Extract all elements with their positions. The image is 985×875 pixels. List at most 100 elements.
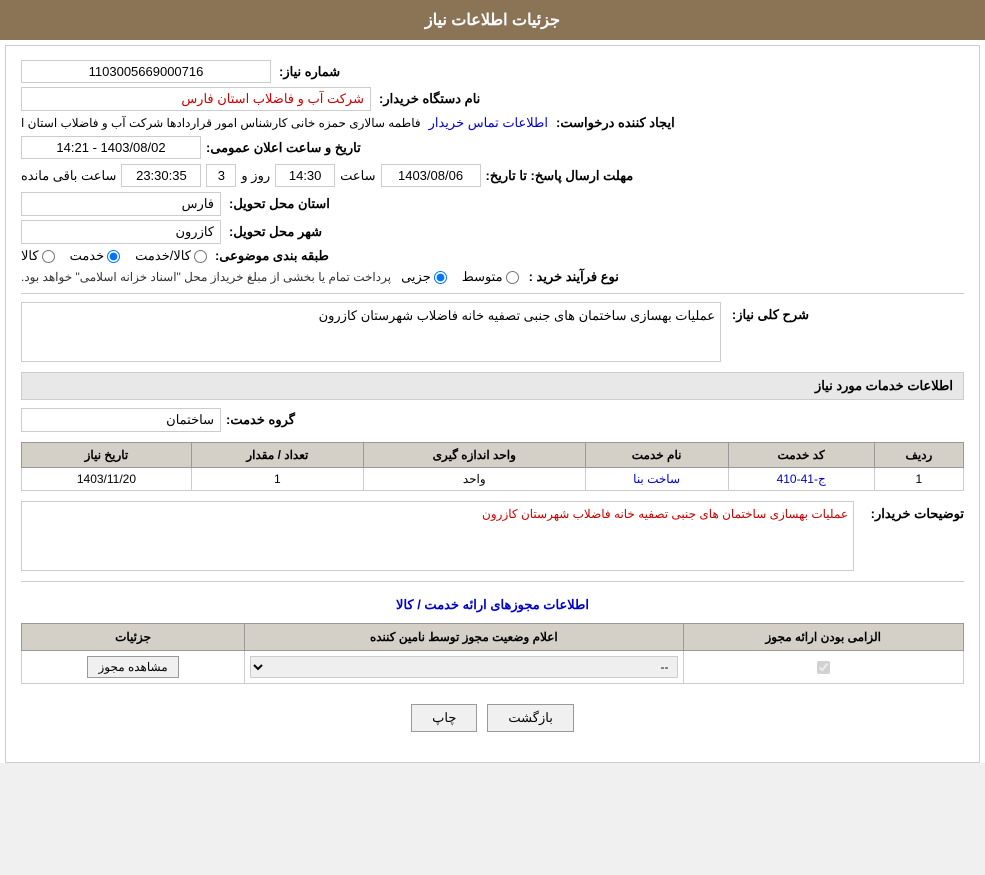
row-code[interactable]: ج-41-410 xyxy=(728,468,874,491)
buyer-notes-label: توضیحات خریدار: xyxy=(864,501,964,522)
response-remaining-label: ساعت باقی مانده xyxy=(21,168,116,184)
delivery-city-label: شهر محل تحویل: xyxy=(229,224,322,240)
purchase-type-motovasset-radio[interactable] xyxy=(506,271,519,284)
services-table-body: 1 ج-41-410 ساخت بنا واحد 1 1403/11/20 xyxy=(22,468,964,491)
category-kala-label: کالا xyxy=(21,248,39,264)
license-col-details: جزئیات xyxy=(22,624,245,651)
buyer-notes-section: توضیحات خریدار: عملیات بهسازی ساختمان ها… xyxy=(21,501,964,571)
purchase-type-motovasset-option[interactable]: متوسط xyxy=(462,269,519,285)
services-section-title: اطلاعات خدمات مورد نیاز xyxy=(21,372,964,400)
creator-label: ایجاد کننده درخواست: xyxy=(556,115,675,131)
purchase-type-note: پرداخت تمام یا بخشی از مبلغ خریداز محل "… xyxy=(21,270,391,284)
category-khadamat-radio[interactable] xyxy=(107,250,120,263)
creator-name: فاطمه سالاری حمزه خانی کارشناس امور قرار… xyxy=(21,116,421,130)
purchase-type-motovasset-label: متوسط xyxy=(462,269,503,285)
purchase-type-radio-group: متوسط جزیی xyxy=(401,269,519,285)
announce-datetime-label: تاریخ و ساعت اعلان عمومی: xyxy=(206,140,361,156)
license-required-checkbox[interactable] xyxy=(817,661,830,674)
category-radio-group: کالا/خدمت خدمت کالا xyxy=(21,248,207,264)
response-deadline-row: مهلت ارسال پاسخ: تا تاریخ: 1403/08/06 سا… xyxy=(21,164,964,187)
buyer-org-value: شرکت آب و فاضلاب استان فارس xyxy=(21,87,371,111)
category-label: طبقه بندی موضوعی: xyxy=(215,248,329,264)
delivery-city-value: کازرون xyxy=(21,220,221,244)
services-table-header: ردیف کد خدمت نام خدمت واحد اندازه گیری ت… xyxy=(22,443,964,468)
license-table-body: -- مشاهده مجوز xyxy=(22,651,964,684)
services-table: ردیف کد خدمت نام خدمت واحد اندازه گیری ت… xyxy=(21,442,964,491)
page-header: جزئیات اطلاعات نیاز xyxy=(0,0,985,40)
response-time-value: 14:30 xyxy=(275,164,335,187)
row-unit: واحد xyxy=(363,468,585,491)
purchase-type-jozii-option[interactable]: جزیی xyxy=(401,269,447,285)
announce-datetime-row: تاریخ و ساعت اعلان عمومی: 1403/08/02 - 1… xyxy=(21,136,964,159)
category-kala-option[interactable]: کالا xyxy=(21,248,55,264)
purchase-type-jozii-radio[interactable] xyxy=(434,271,447,284)
service-group-label: گروه خدمت: xyxy=(226,412,295,428)
response-deadline-label: مهلت ارسال پاسخ: تا تاریخ: xyxy=(486,168,634,184)
delivery-province-value: فارس xyxy=(21,192,221,216)
col-header-unit: واحد اندازه گیری xyxy=(363,443,585,468)
license-table: الزامی بودن ارائه مجوز اعلام وضعیت مجوز … xyxy=(21,623,964,684)
license-col-required: الزامی بودن ارائه مجوز xyxy=(683,624,963,651)
category-kala-khadamat-label: کالا/خدمت xyxy=(135,248,191,264)
purchase-type-jozii-label: جزیی xyxy=(401,269,431,285)
purchase-type-label: نوع فرآیند خرید : xyxy=(529,269,619,285)
view-license-button[interactable]: مشاهده مجوز xyxy=(87,656,178,678)
col-header-quantity: تعداد / مقدار xyxy=(191,443,363,468)
col-header-code: کد خدمت xyxy=(728,443,874,468)
service-group-row: گروه خدمت: ساختمان xyxy=(21,408,964,432)
delivery-province-row: استان محل تحویل: فارس xyxy=(21,192,964,216)
buyer-notes-value: عملیات بهسازی ساختمان های جنبی تصفیه خان… xyxy=(21,501,854,571)
need-number-value: 1103005669000716 xyxy=(21,60,271,83)
general-desc-row: شرح کلی نیاز: عملیات بهسازی ساختمان های … xyxy=(21,302,964,362)
row-name[interactable]: ساخت بنا xyxy=(585,468,728,491)
license-table-header-row: الزامی بودن ارائه مجوز اعلام وضعیت مجوز … xyxy=(22,624,964,651)
license-table-row: -- مشاهده مجوز xyxy=(22,651,964,684)
response-remaining-value: 23:30:35 xyxy=(121,164,201,187)
general-desc-value: عملیات بهسازی ساختمان های جنبی تصفیه خان… xyxy=(21,302,721,362)
back-button[interactable]: بازگشت xyxy=(487,704,573,732)
response-time-label: ساعت xyxy=(340,168,375,184)
table-row: 1 ج-41-410 ساخت بنا واحد 1 1403/11/20 xyxy=(22,468,964,491)
buyer-org-row: نام دستگاه خریدار: شرکت آب و فاضلاب استا… xyxy=(21,87,964,111)
category-kala-khadamat-option[interactable]: کالا/خدمت xyxy=(135,248,207,264)
response-days-value: 3 xyxy=(206,164,236,187)
service-group-value: ساختمان xyxy=(21,408,221,432)
category-row: طبقه بندی موضوعی: کالا/خدمت خدمت کالا xyxy=(21,248,964,264)
row-date: 1403/11/20 xyxy=(22,468,192,491)
buyer-org-label: نام دستگاه خریدار: xyxy=(379,91,480,107)
category-kala-radio[interactable] xyxy=(42,250,55,263)
license-details-cell: مشاهده مجوز xyxy=(22,651,245,684)
page-title: جزئیات اطلاعات نیاز xyxy=(425,12,560,29)
license-status-cell: -- xyxy=(245,651,683,684)
license-status-select[interactable]: -- xyxy=(250,656,677,678)
row-quantity: 1 xyxy=(191,468,363,491)
creator-contact-link[interactable]: اطلاعات تماس خریدار xyxy=(429,115,548,131)
license-required-checkbox-wrapper xyxy=(689,661,958,674)
services-table-section: ردیف کد خدمت نام خدمت واحد اندازه گیری ت… xyxy=(21,442,964,491)
delivery-city-row: شهر محل تحویل: کازرون xyxy=(21,220,964,244)
col-header-name: نام خدمت xyxy=(585,443,728,468)
license-table-section: الزامی بودن ارائه مجوز اعلام وضعیت مجوز … xyxy=(21,623,964,684)
license-required-cell xyxy=(683,651,963,684)
row-number: 1 xyxy=(874,468,963,491)
license-col-status: اعلام وضعیت مجوز توسط نامین کننده xyxy=(245,624,683,651)
response-date-value: 1403/08/06 xyxy=(381,164,481,187)
license-table-header: الزامی بودن ارائه مجوز اعلام وضعیت مجوز … xyxy=(22,624,964,651)
main-content: شماره نیاز: 1103005669000716 نام دستگاه … xyxy=(5,45,980,763)
category-kala-khadamat-radio[interactable] xyxy=(194,250,207,263)
category-khadamat-label: خدمت xyxy=(70,248,105,264)
page-wrapper: جزئیات اطلاعات نیاز شماره نیاز: 11030056… xyxy=(0,0,985,763)
delivery-province-label: استان محل تحویل: xyxy=(229,196,330,212)
category-khadamat-option[interactable]: خدمت xyxy=(70,248,121,264)
services-table-header-row: ردیف کد خدمت نام خدمت واحد اندازه گیری ت… xyxy=(22,443,964,468)
col-header-date: تاریخ نیاز xyxy=(22,443,192,468)
response-days-label: روز و xyxy=(241,168,270,184)
creator-row: ایجاد کننده درخواست: اطلاعات تماس خریدار… xyxy=(21,115,964,131)
general-desc-label: شرح کلی نیاز: xyxy=(729,302,809,323)
need-number-row: شماره نیاز: 1103005669000716 xyxy=(21,60,964,83)
purchase-type-row: نوع فرآیند خرید : متوسط جزیی پرداخت تمام… xyxy=(21,269,964,285)
need-number-label: شماره نیاز: xyxy=(279,64,340,80)
license-section-title: اطلاعات مجوزهای ارائه خدمت / کالا xyxy=(21,597,964,613)
col-header-row: ردیف xyxy=(874,443,963,468)
print-button[interactable]: چاپ xyxy=(411,704,477,732)
